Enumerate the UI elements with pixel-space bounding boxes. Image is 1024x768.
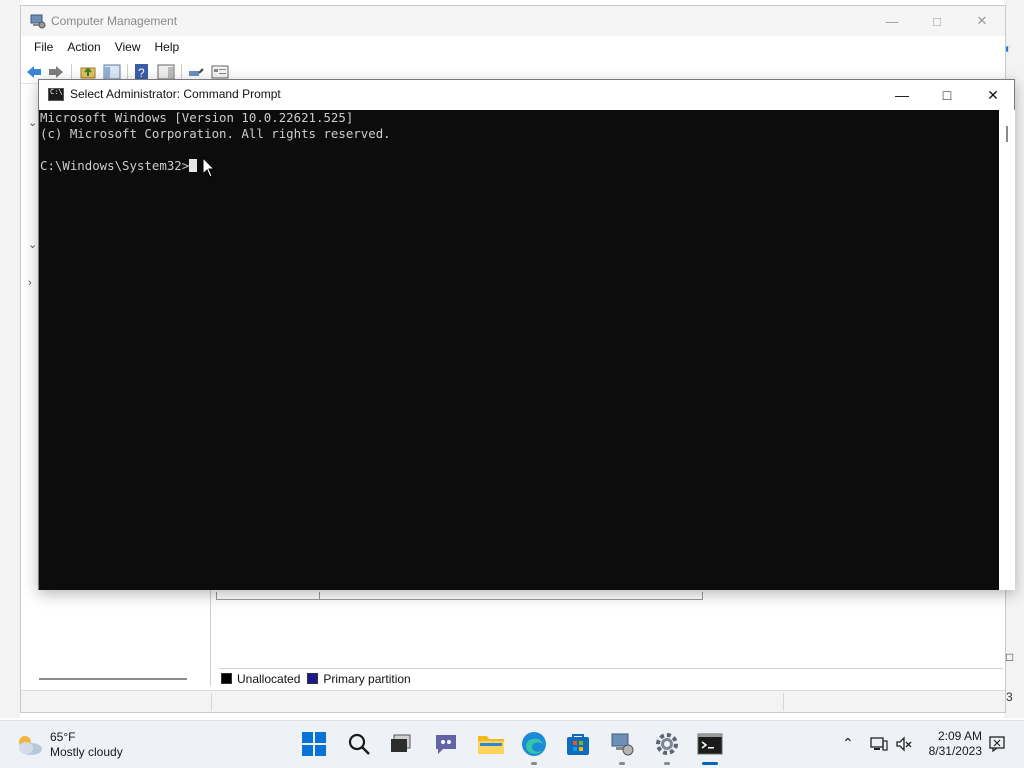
cmd-minimize-button[interactable]: — [879, 80, 925, 110]
disk-partition-segment[interactable] [216, 592, 320, 600]
file-explorer-button[interactable] [476, 729, 506, 759]
menu-action[interactable]: Action [60, 36, 107, 58]
windows-logo-icon [302, 732, 326, 756]
chat-button[interactable] [431, 729, 461, 759]
console-prompt: C:\Windows\System32> [40, 158, 190, 173]
task-view-icon [391, 734, 411, 752]
legend-label-unallocated: Unallocated [237, 671, 301, 686]
computer-management-titlebar[interactable]: Computer Management — □ ✕ [21, 6, 1005, 36]
app-running-indicator [664, 762, 670, 765]
status-bar-divider [211, 693, 212, 711]
edge-icon [522, 732, 546, 756]
legend-unallocated: Unallocated [221, 672, 300, 686]
taskbar: 65°F Mostly cloudy ⌃ 2:09 AM 8/31/2023 [0, 720, 1024, 768]
volume-muted-icon[interactable] [895, 735, 913, 753]
weather-widget[interactable]: 65°F Mostly cloudy [14, 730, 123, 760]
window-title: Computer Management [51, 14, 178, 28]
legend-swatch-unallocated [221, 673, 232, 684]
computer-management-taskbar-button[interactable] [607, 729, 637, 765]
minimize-button[interactable]: — [869, 6, 915, 36]
command-prompt-title: Select Administrator: Command Prompt [70, 87, 281, 101]
folder-icon [478, 736, 504, 754]
background-window-edge-box: □ [1006, 650, 1014, 664]
weather-description: Mostly cloudy [50, 745, 123, 759]
close-button[interactable]: ✕ [959, 6, 1005, 36]
start-button[interactable] [299, 729, 329, 759]
computer-management-app-icon [30, 14, 46, 29]
command-prompt-icon [48, 88, 64, 101]
menu-view[interactable]: View [108, 36, 148, 58]
network-icon[interactable] [870, 735, 888, 753]
gear-icon [656, 733, 678, 755]
console-line: (c) Microsoft Corporation. All rights re… [40, 126, 391, 141]
cmd-close-button[interactable]: ✕ [970, 80, 1016, 110]
search-button[interactable] [344, 729, 374, 759]
background-window-edge-icon: ◐ [1004, 40, 1013, 56]
command-prompt-window: Select Administrator: Command Prompt — □… [38, 79, 1015, 590]
settings-button[interactable] [652, 729, 682, 765]
menu-help[interactable]: Help [148, 36, 187, 58]
maximize-button[interactable]: □ [914, 6, 960, 36]
search-icon [348, 733, 370, 755]
clock-time: 2:09 AM [937, 729, 982, 743]
desktop-background-left [0, 0, 20, 718]
store-icon [567, 734, 589, 755]
console-line: Microsoft Windows [Version 10.0.22621.52… [40, 110, 354, 125]
terminal-icon [697, 733, 723, 755]
mouse-pointer-icon [202, 157, 216, 178]
computer-management-icon [611, 733, 634, 756]
scrollbar-thumb[interactable] [1006, 126, 1008, 142]
show-hidden-icons-chevron-icon[interactable]: ⌃ [842, 735, 854, 752]
toolbar-separator [181, 64, 182, 80]
background-window-edge-text: 3 [1006, 690, 1013, 704]
system-clock[interactable]: 2:09 AM 8/31/2023 [920, 729, 982, 759]
legend-label-primary: Primary partition [323, 671, 411, 686]
tree-expand-chevron-icon[interactable]: ⌄ [28, 238, 37, 251]
menu-file[interactable]: File [27, 36, 60, 58]
partition-legend: Unallocated Primary partition [219, 668, 1003, 688]
status-bar-divider [783, 693, 784, 711]
task-view-button[interactable] [386, 729, 416, 759]
console-output[interactable]: Microsoft Windows [Version 10.0.22621.52… [39, 110, 999, 590]
legend-primary-partition: Primary partition [307, 671, 411, 686]
command-prompt-taskbar-button[interactable] [695, 729, 725, 765]
text-cursor [189, 159, 198, 172]
cmd-maximize-button[interactable]: □ [924, 80, 970, 110]
tree-horizontal-scrollbar[interactable] [39, 678, 187, 680]
cloudy-weather-icon [19, 736, 42, 755]
svg-text:?: ? [138, 66, 145, 80]
console-vertical-scrollbar[interactable] [999, 110, 1015, 590]
toolbar-separator [71, 64, 72, 80]
legend-swatch-primary [307, 673, 319, 684]
tree-collapse-chevron-icon[interactable]: › [28, 277, 32, 289]
store-button[interactable] [563, 729, 593, 759]
tree-expand-chevron-icon[interactable]: ⌄ [28, 116, 37, 129]
app-active-indicator [702, 762, 718, 765]
menu-bar: File Action View Help [21, 36, 1005, 58]
app-running-indicator [531, 762, 537, 765]
toolbar-separator [127, 64, 128, 80]
weather-temperature: 65°F [50, 730, 76, 744]
app-running-indicator [619, 762, 625, 765]
edge-button[interactable] [519, 729, 549, 765]
console-prompt-line[interactable]: C:\Windows\System32> [40, 158, 999, 174]
command-prompt-titlebar[interactable]: Select Administrator: Command Prompt — □… [39, 80, 1014, 110]
status-bar [21, 690, 1005, 712]
notification-bell-icon[interactable] [988, 735, 1006, 753]
clock-date: 8/31/2023 [928, 744, 982, 758]
teams-chat-icon [436, 735, 456, 754]
